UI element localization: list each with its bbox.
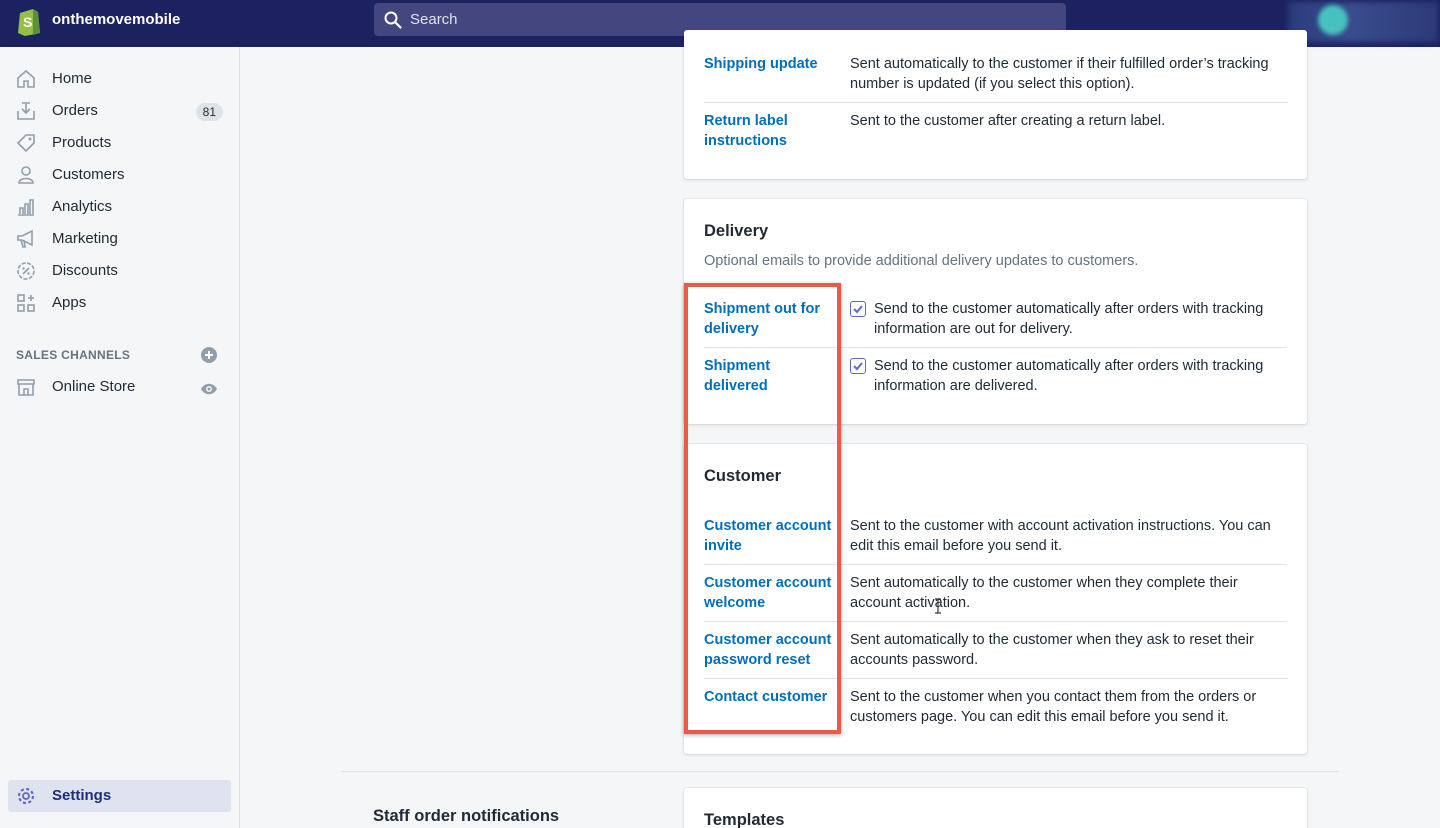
store-name[interactable]: onthemovemobile [52, 11, 180, 28]
sidebar-item-home[interactable]: Home [8, 63, 231, 95]
orders-icon [17, 102, 35, 120]
bar-chart-icon [18, 199, 34, 216]
card-title: Delivery [704, 222, 769, 240]
divider [704, 102, 1287, 103]
sidebar-item-online-store[interactable]: Online Store [8, 371, 231, 403]
templates-card: Templates [684, 788, 1307, 828]
gear-icon [17, 787, 35, 805]
sidebar-item-marketing[interactable]: Marketing [8, 223, 231, 255]
sidebar-item-label: Settings [52, 787, 112, 804]
return-label-instructions-link[interactable]: Return label instructions [704, 111, 834, 151]
row-description: Sent automatically to the customer if th… [850, 56, 1269, 92]
search-input[interactable]: Search [410, 11, 458, 28]
svg-text:S: S [23, 14, 32, 30]
row-description: Sent to the customer with account activa… [850, 518, 1271, 554]
person-icon [18, 166, 34, 184]
notification-row: Return label instructions Sent to the cu… [704, 111, 1287, 151]
sidebar-item-discounts[interactable]: Discounts [8, 255, 231, 287]
orders-count-badge: 81 [195, 103, 223, 121]
sidebar: Home Orders 81 Products Customers Analyt… [0, 47, 240, 828]
search-icon [384, 11, 402, 29]
shipment-out-for-delivery-checkbox[interactable] [850, 301, 866, 317]
text-cursor-icon [935, 598, 941, 614]
megaphone-icon [17, 229, 33, 248]
sidebar-item-products[interactable]: Products [8, 127, 231, 159]
sidebar-item-label: Discounts [52, 262, 118, 279]
checkmark-icon [853, 305, 863, 314]
avatar[interactable] [1318, 5, 1348, 35]
sidebar-item-label: Marketing [52, 230, 118, 247]
sales-channels-heading: SALES CHANNELS [16, 348, 131, 362]
highlight-box [684, 283, 841, 734]
row-description: Sent to the customer after creating a re… [850, 113, 1166, 129]
user-menu[interactable] [1288, 2, 1438, 42]
shopify-logo-icon[interactable]: S [16, 6, 42, 36]
checkmark-icon [853, 362, 863, 371]
sidebar-item-label: Apps [52, 294, 87, 311]
sidebar-item-label: Customers [52, 166, 125, 183]
apps-icon [17, 294, 35, 312]
sidebar-item-label: Online Store [52, 378, 136, 395]
shipping-update-link[interactable]: Shipping update [704, 54, 834, 74]
row-description: Send to the customer automatically after… [874, 358, 1264, 394]
row-description: Send to the customer automatically after… [874, 301, 1264, 337]
sidebar-item-label: Orders [52, 102, 98, 119]
home-icon [17, 69, 35, 88]
row-description: Sent automatically to the customer when … [850, 632, 1254, 668]
card-title: Templates [704, 811, 785, 828]
add-circle-icon[interactable] [200, 346, 218, 364]
sidebar-item-settings[interactable]: Settings [8, 780, 231, 812]
row-description: Sent to the customer when you contact th… [850, 689, 1257, 725]
section-title: Staff order notifications [373, 807, 560, 825]
notification-row: Shipping update Sent automatically to th… [704, 54, 1287, 94]
section-divider [341, 771, 1339, 772]
sidebar-item-label: Products [52, 134, 112, 151]
sidebar-item-analytics[interactable]: Analytics [8, 191, 231, 223]
sidebar-item-customers[interactable]: Customers [8, 159, 231, 191]
store-icon [17, 379, 35, 396]
sidebar-item-label: Home [52, 70, 93, 87]
shipping-card: Shipping update Sent automatically to th… [684, 30, 1307, 179]
discount-icon [17, 262, 35, 280]
row-description: Sent automatically to the customer when … [850, 575, 1238, 611]
sidebar-item-label: Analytics [52, 198, 113, 215]
sidebar-item-apps[interactable]: Apps [8, 287, 231, 319]
sidebar-item-orders[interactable]: Orders 81 [8, 95, 231, 127]
tag-icon [16, 134, 35, 153]
shipment-delivered-checkbox[interactable] [850, 358, 866, 374]
eye-icon[interactable] [200, 380, 218, 398]
card-subtitle: Optional emails to provide additional de… [704, 253, 1139, 269]
